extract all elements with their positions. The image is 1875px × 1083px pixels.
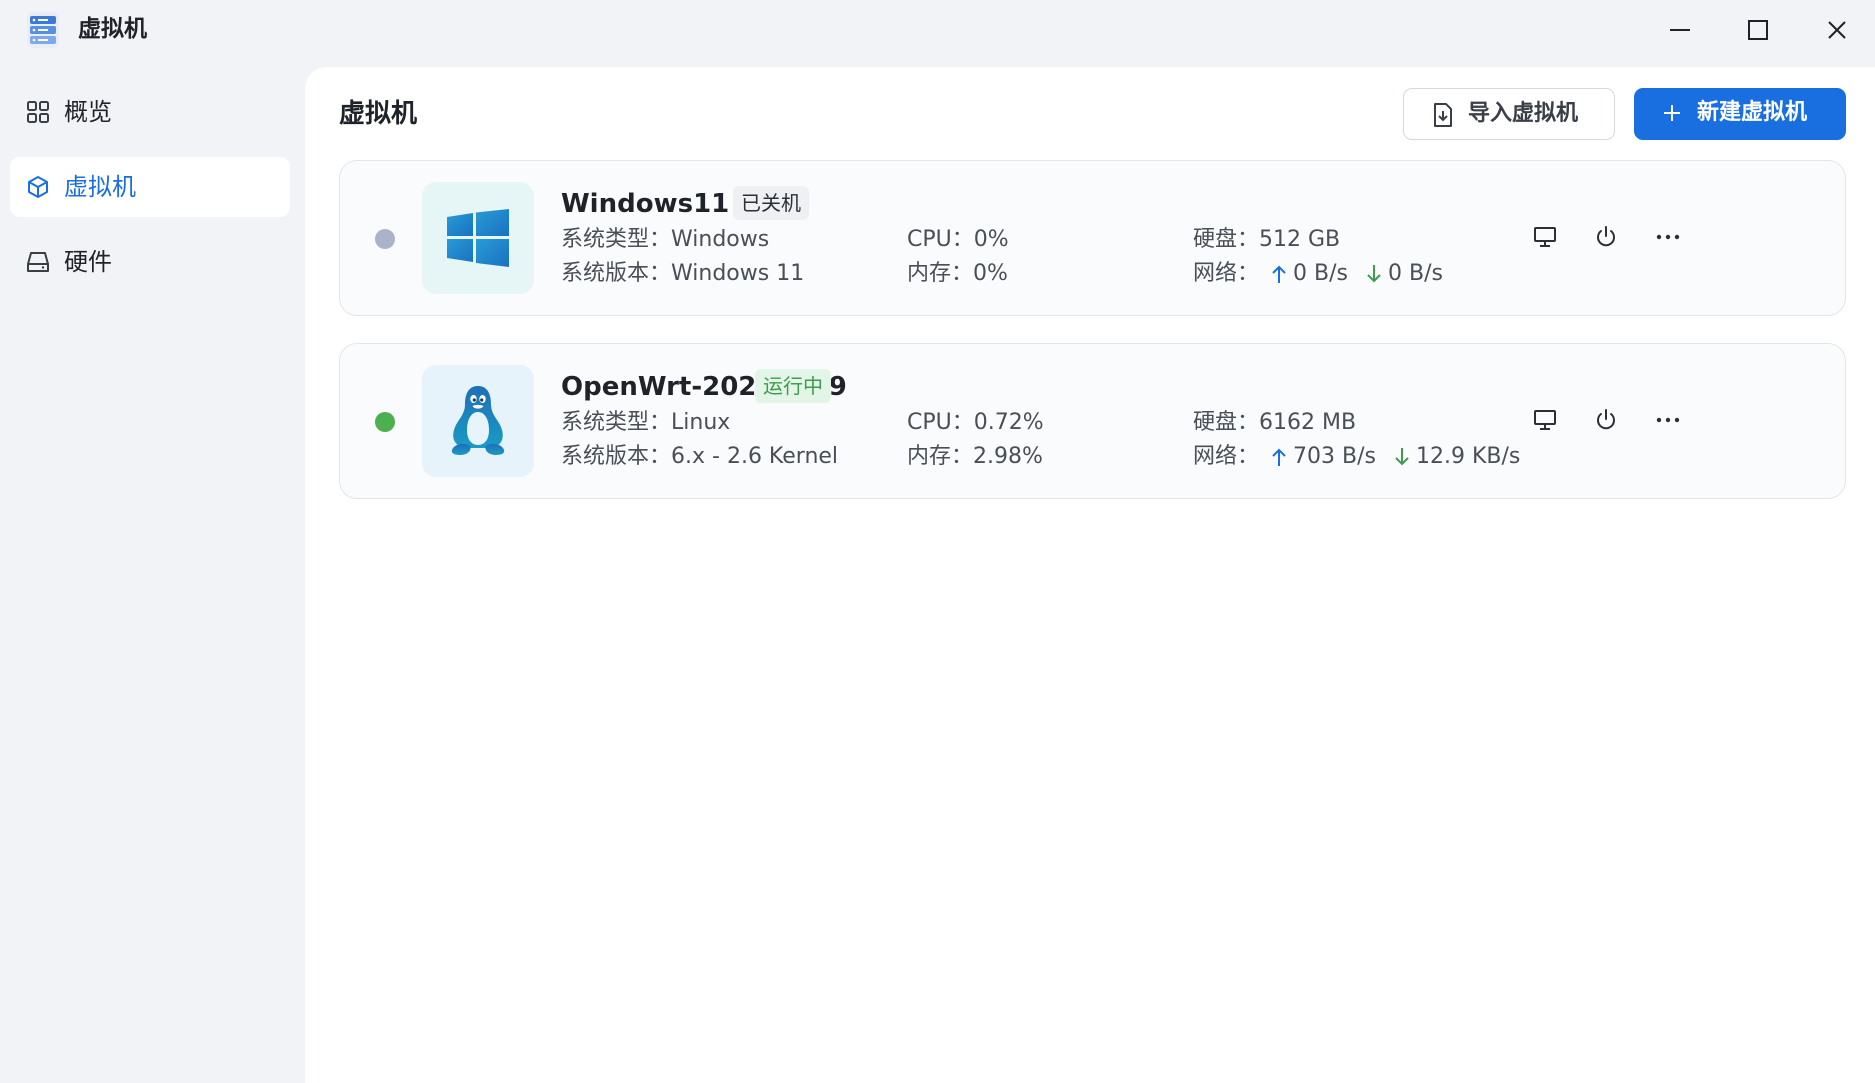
sidebar-item-overview[interactable]: 概览 <box>10 82 290 142</box>
power-button[interactable] <box>1586 217 1626 257</box>
os-version-field: 系统版本：Windows 11 <box>561 261 805 286</box>
memory-field: 内存：0% <box>907 261 1008 286</box>
cube-icon <box>28 176 48 198</box>
net-upload-value: 0 B/s <box>1293 261 1348 286</box>
server-stack-icon <box>24 11 62 49</box>
app-window: 虚拟机 概览 虚拟机 硬件 虚拟机 导入虚拟机 新建虚拟机 Windows11 … <box>0 0 1875 1083</box>
sidebar-item-label: 概览 <box>64 98 112 126</box>
monitor-icon <box>1534 227 1556 247</box>
import-file-icon <box>1434 103 1452 127</box>
sidebar-item-label: 虚拟机 <box>64 173 136 201</box>
vm-card[interactable]: OpenWrt-20260329 运行中 系统类型：Linux 系统版本：6.x… <box>339 343 1846 499</box>
network-field: 网络： 703 B/s 12.9 KB/s <box>1193 442 1520 472</box>
net-download-value: 12.9 KB/s <box>1415 444 1521 469</box>
monitor-icon <box>1534 410 1556 430</box>
import-vm-button[interactable]: 导入虚拟机 <box>1403 88 1615 140</box>
linux-tux-icon <box>451 386 505 455</box>
vm-card[interactable]: Windows11 已关机 系统类型：Windows 系统版本：Windows … <box>339 160 1846 316</box>
grid-icon <box>27 101 49 123</box>
windows-logo-icon <box>447 209 509 267</box>
title-bar: 虚拟机 <box>0 0 1875 60</box>
download-arrow-icon <box>1395 448 1409 466</box>
new-vm-label: 新建虚拟机 <box>1697 100 1808 125</box>
disk-field: 硬盘：6162 MB <box>1193 410 1357 435</box>
hard-drive-icon <box>27 252 49 272</box>
status-indicator <box>375 229 395 249</box>
cpu-field: CPU：0.72% <box>907 410 1044 435</box>
upload-arrow-icon <box>1272 265 1286 283</box>
vm-name: Windows11 <box>561 189 730 219</box>
more-horizontal-icon <box>1656 417 1680 423</box>
os-type-field: 系统类型：Linux <box>561 410 731 435</box>
more-options-button[interactable] <box>1648 400 1688 440</box>
close-button[interactable] <box>1815 10 1859 50</box>
console-button[interactable] <box>1525 400 1565 440</box>
upload-arrow-icon <box>1272 448 1286 466</box>
console-button[interactable] <box>1525 217 1565 257</box>
status-badge: 已关机 <box>733 186 809 220</box>
more-horizontal-icon <box>1656 234 1680 240</box>
minimize-button[interactable] <box>1658 10 1702 50</box>
os-icon-container <box>422 365 534 477</box>
minimize-icon <box>1670 29 1690 31</box>
maximize-icon <box>1748 20 1768 40</box>
page-title: 虚拟机 <box>339 99 418 129</box>
net-upload-value: 703 B/s <box>1293 444 1376 469</box>
status-badge: 运行中 <box>755 369 831 403</box>
download-arrow-icon <box>1367 265 1381 283</box>
app-title: 虚拟机 <box>78 16 147 42</box>
power-icon <box>1597 226 1615 247</box>
os-type-field: 系统类型：Windows <box>561 227 770 252</box>
sidebar-item-hardware[interactable]: 硬件 <box>10 232 290 292</box>
new-vm-button[interactable]: 新建虚拟机 <box>1634 88 1846 140</box>
memory-field: 内存：2.98% <box>907 444 1043 469</box>
cpu-field: CPU：0% <box>907 227 1009 252</box>
import-vm-label: 导入虚拟机 <box>1468 101 1579 126</box>
maximize-button[interactable] <box>1736 10 1780 50</box>
os-version-field: 系统版本：6.x - 2.6 Kernel <box>561 444 839 469</box>
power-button[interactable] <box>1586 400 1626 440</box>
power-icon <box>1597 409 1615 430</box>
close-icon <box>1828 21 1846 39</box>
more-options-button[interactable] <box>1648 217 1688 257</box>
status-indicator <box>375 412 395 432</box>
plus-icon <box>1664 105 1680 121</box>
net-download-value: 0 B/s <box>1387 261 1443 286</box>
main-panel: 虚拟机 导入虚拟机 新建虚拟机 Windows11 已关机 系统类型：Windo… <box>305 67 1875 1083</box>
sidebar-item-label: 硬件 <box>64 248 112 276</box>
sidebar-item-virtual-machines[interactable]: 虚拟机 <box>10 157 290 217</box>
os-icon-container <box>422 182 534 294</box>
network-field: 网络： 0 B/s 0 B/s <box>1193 259 1443 289</box>
disk-field: 硬盘：512 GB <box>1193 227 1341 252</box>
